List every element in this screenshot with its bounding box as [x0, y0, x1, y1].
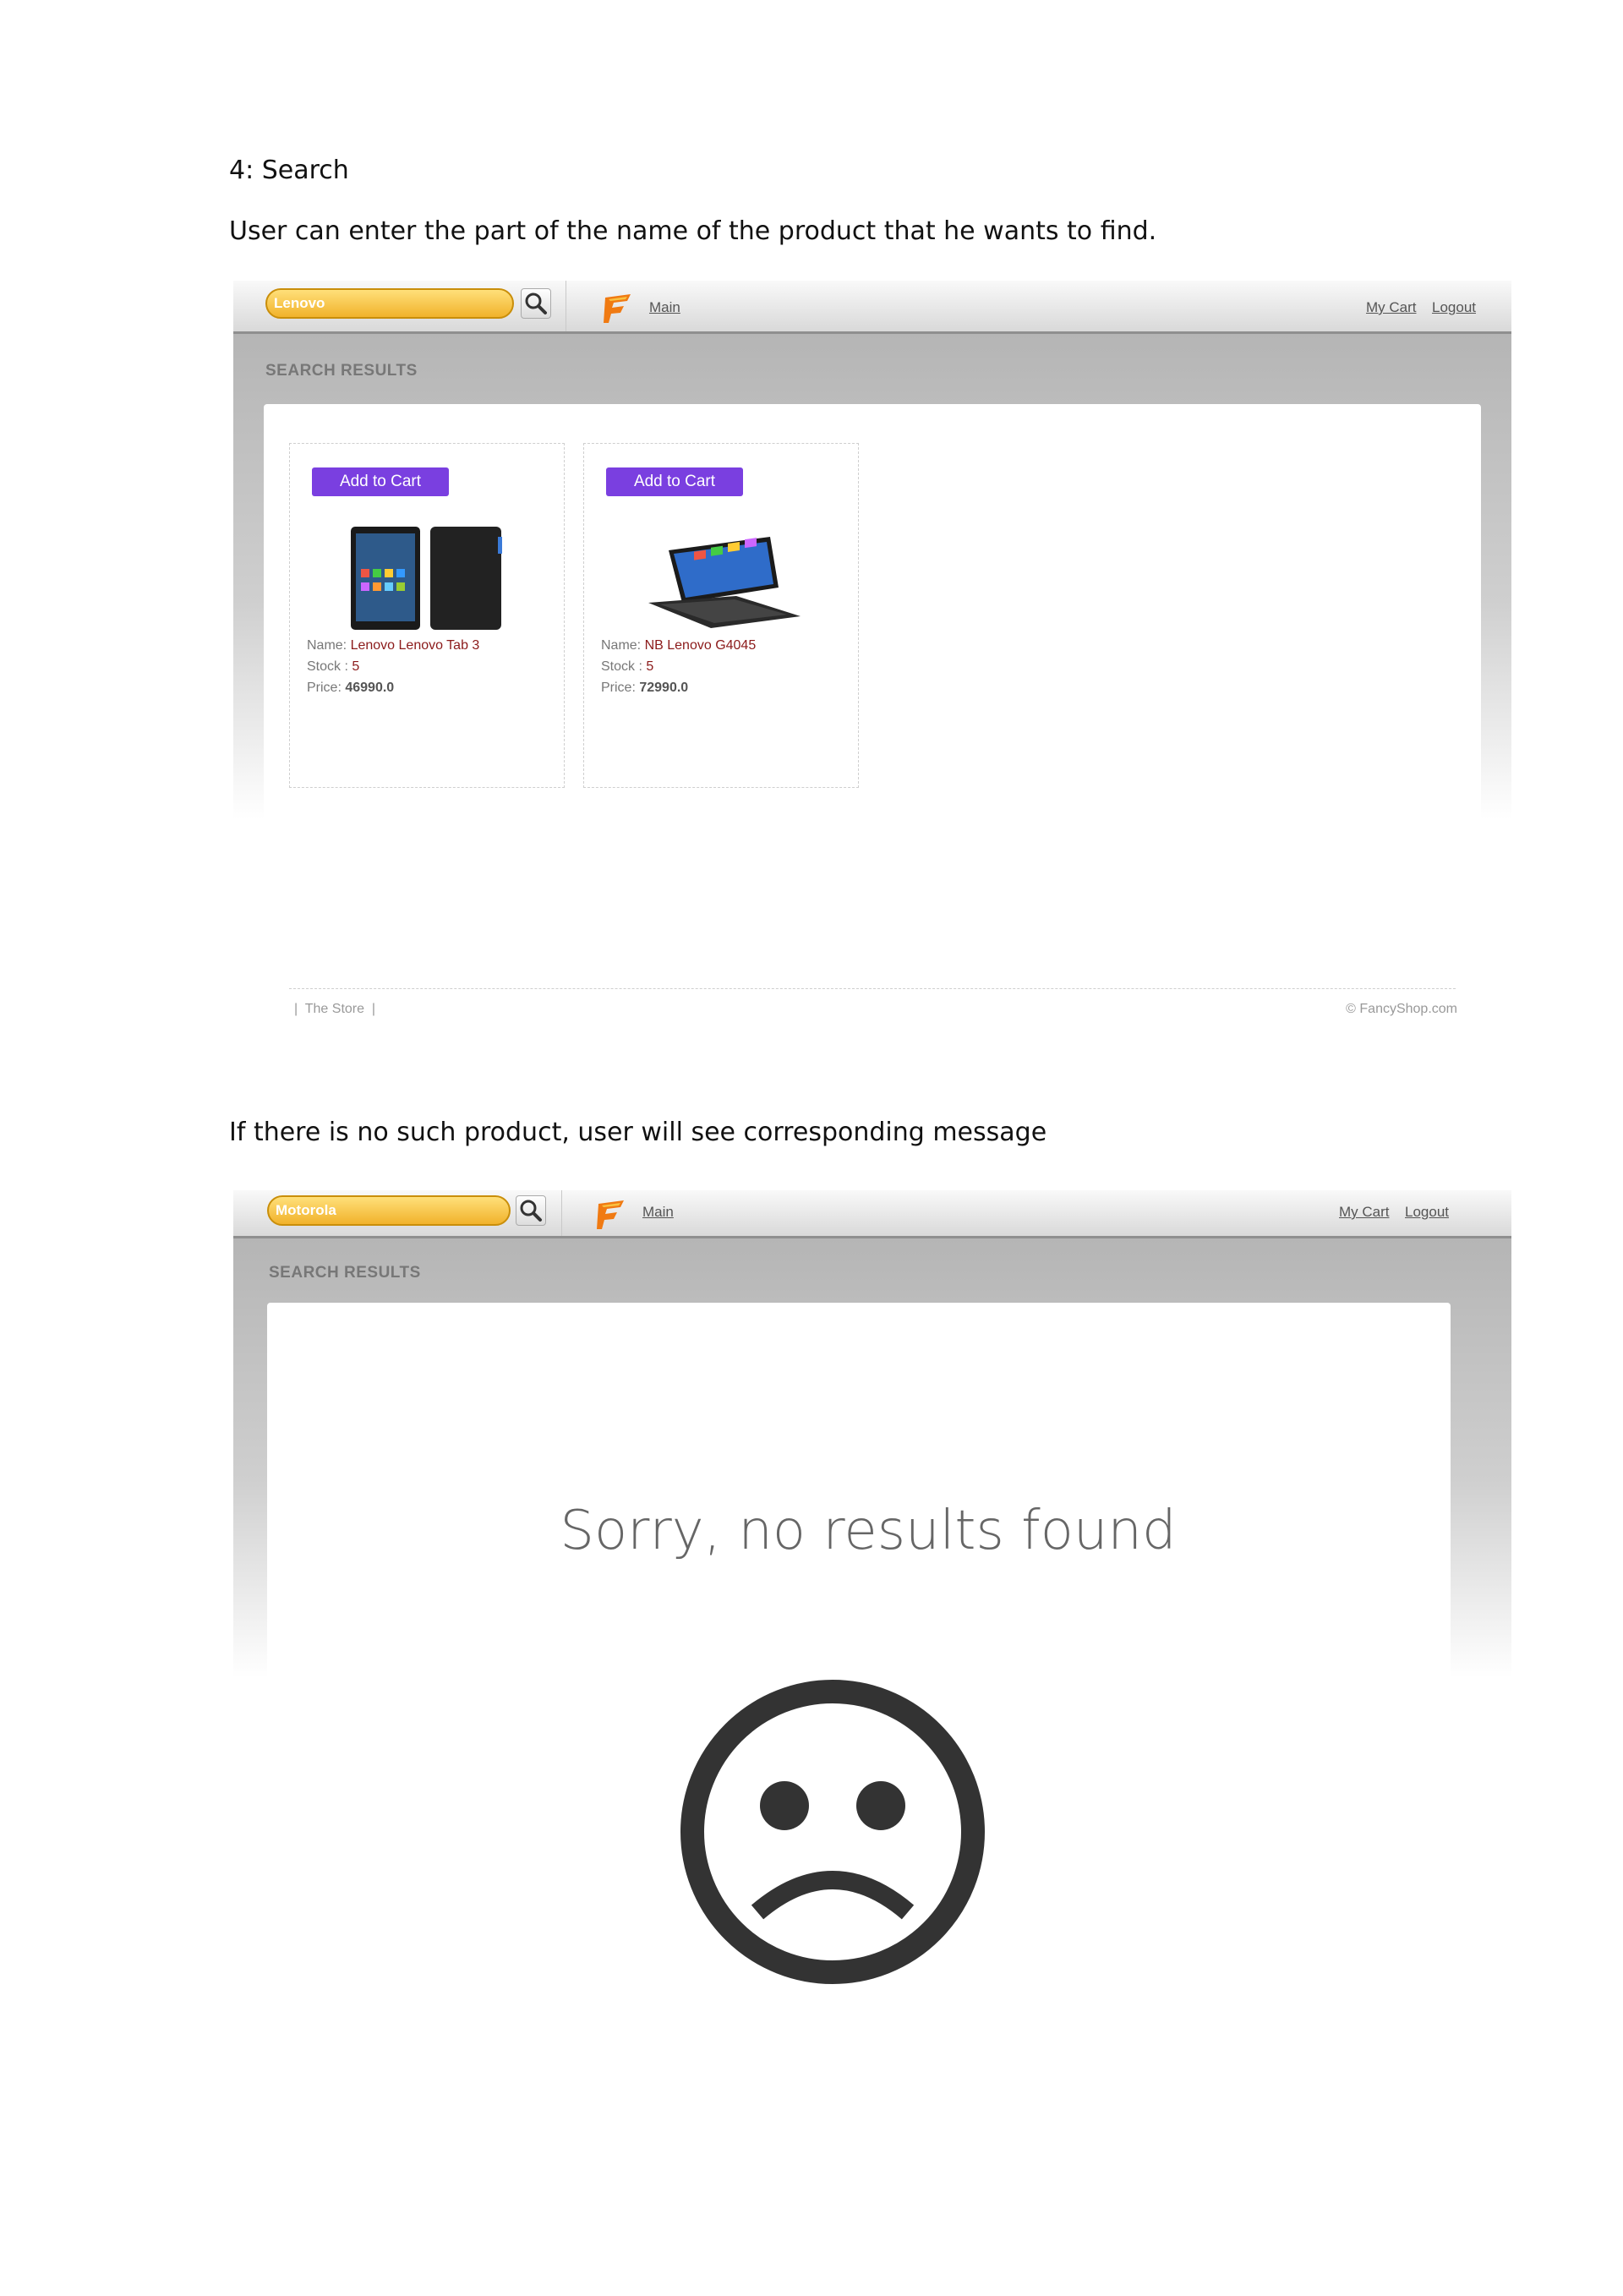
results-title: SEARCH RESULTS	[269, 1264, 421, 1282]
product-price: 72990.0	[639, 681, 689, 695]
results-title: SEARCH RESULTS	[265, 362, 418, 380]
stock-label: Stock :	[307, 659, 348, 674]
top-bar: Main My Cart Logout	[233, 1190, 1511, 1238]
name-label: Name:	[601, 638, 642, 653]
shop-logo-icon	[597, 1200, 624, 1229]
footer-copyright: © FancyShop.com	[1346, 1002, 1457, 1016]
my-cart-link[interactable]: My Cart	[1339, 1204, 1390, 1221]
price-label: Price:	[307, 681, 342, 695]
footer-store-link[interactable]: | The Store |	[294, 1002, 375, 1017]
nav-main-link[interactable]: Main	[649, 299, 680, 316]
product-card: Add to Cart Name: NB Lenovo G4045 Stock …	[583, 443, 859, 788]
magnifier-icon	[520, 1200, 542, 1222]
screenshot-no-results: Main My Cart Logout SEARCH RESULTS Sorry…	[233, 1190, 1511, 2044]
add-to-cart-button[interactable]: Add to Cart	[606, 467, 743, 496]
top-bar: Main My Cart Logout	[233, 281, 1511, 334]
nav-main-link[interactable]: Main	[642, 1204, 674, 1221]
shop-logo-icon	[604, 294, 631, 323]
search-button[interactable]	[516, 1195, 546, 1226]
stock-label: Stock :	[601, 659, 642, 674]
no-result-note: If there is no such product, user will s…	[229, 1118, 1047, 1147]
add-to-cart-button[interactable]: Add to Cart	[312, 467, 449, 496]
logout-link[interactable]: Logout	[1432, 299, 1476, 316]
search-input[interactable]	[267, 1195, 511, 1226]
product-name: Lenovo Lenovo Tab 3	[350, 638, 480, 653]
screenshot-search-results: Main My Cart Logout SEARCH RESULTS Add t…	[233, 281, 1511, 1025]
tablet-image	[351, 527, 502, 630]
divider	[561, 1190, 562, 1236]
product-meta: Name: Lenovo Lenovo Tab 3 Stock : 5 Pric…	[307, 635, 479, 698]
magnifier-icon	[525, 292, 547, 314]
my-cart-link[interactable]: My Cart	[1366, 299, 1417, 316]
section-heading: 4: Search	[229, 156, 349, 185]
product-stock: 5	[352, 659, 360, 674]
search-button[interactable]	[521, 288, 551, 319]
no-results-message: Sorry, no results found	[560, 1500, 1177, 1562]
price-label: Price:	[601, 681, 636, 695]
footer-divider	[289, 988, 1456, 989]
product-meta: Name: NB Lenovo G4045 Stock : 5 Price: 7…	[601, 635, 756, 698]
product-card: Add to Cart Name: Lenovo Lenovo Tab 3 St…	[289, 443, 565, 788]
product-name: NB Lenovo G4045	[644, 638, 757, 653]
laptop-image	[648, 537, 801, 628]
logout-link[interactable]: Logout	[1405, 1204, 1449, 1221]
product-price: 46990.0	[345, 681, 395, 695]
search-input[interactable]	[265, 288, 514, 319]
sad-face-icon	[680, 1680, 985, 1984]
intro-text: User can enter the part of the name of t…	[229, 216, 1157, 246]
product-stock: 5	[646, 659, 654, 674]
content-area: SEARCH RESULTS	[233, 1238, 1511, 1979]
name-label: Name:	[307, 638, 347, 653]
